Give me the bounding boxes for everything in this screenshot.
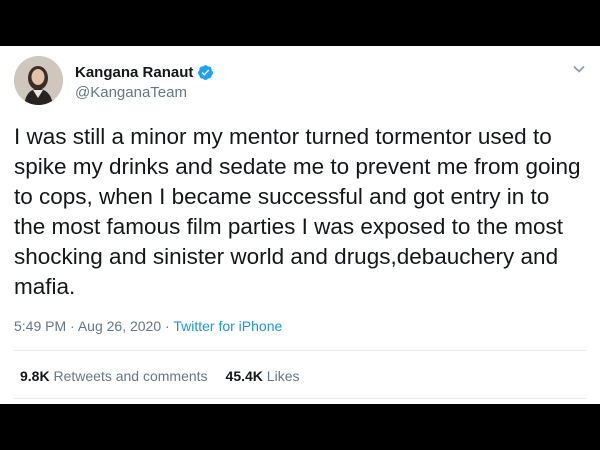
meta-separator: ·	[165, 318, 170, 334]
retweets-count: 9.8K	[20, 368, 50, 384]
verified-badge-icon	[197, 64, 214, 81]
likes-stat[interactable]: 45.4K Likes	[226, 368, 300, 384]
tweet-source-link[interactable]: Twitter for iPhone	[173, 318, 282, 334]
author-display-name[interactable]: Kangana Ranaut	[75, 64, 193, 81]
author-names: Kangana Ranaut @KanganaTeam	[75, 62, 214, 101]
tweet-meta: 5:49 PM · Aug 26, 2020 · Twitter for iPh…	[14, 318, 282, 334]
divider	[14, 398, 586, 399]
tweet-stats: 9.8K Retweets and comments 45.4K Likes	[20, 368, 299, 384]
display-name-row: Kangana Ranaut	[75, 62, 214, 82]
tweet-card: Kangana Ranaut @KanganaTeam I was still …	[0, 46, 600, 404]
retweets-label: Retweets and comments	[53, 368, 208, 384]
likes-count: 45.4K	[225, 368, 263, 384]
tweet-text: I was still a minor my mentor turned tor…	[14, 124, 581, 299]
tweet-time[interactable]: 5:49 PM	[14, 318, 66, 334]
avatar-portrait-icon	[14, 56, 63, 105]
tweet-header: Kangana Ranaut @KanganaTeam	[14, 56, 586, 108]
avatar[interactable]	[14, 56, 63, 105]
divider	[14, 350, 586, 351]
author-handle[interactable]: @KanganaTeam	[75, 84, 214, 101]
meta-separator: ·	[70, 318, 75, 334]
chevron-down-icon[interactable]	[572, 62, 586, 76]
likes-label: Likes	[266, 368, 300, 384]
tweet-date[interactable]: Aug 26, 2020	[78, 318, 161, 334]
retweets-stat[interactable]: 9.8K Retweets and comments	[20, 368, 208, 384]
